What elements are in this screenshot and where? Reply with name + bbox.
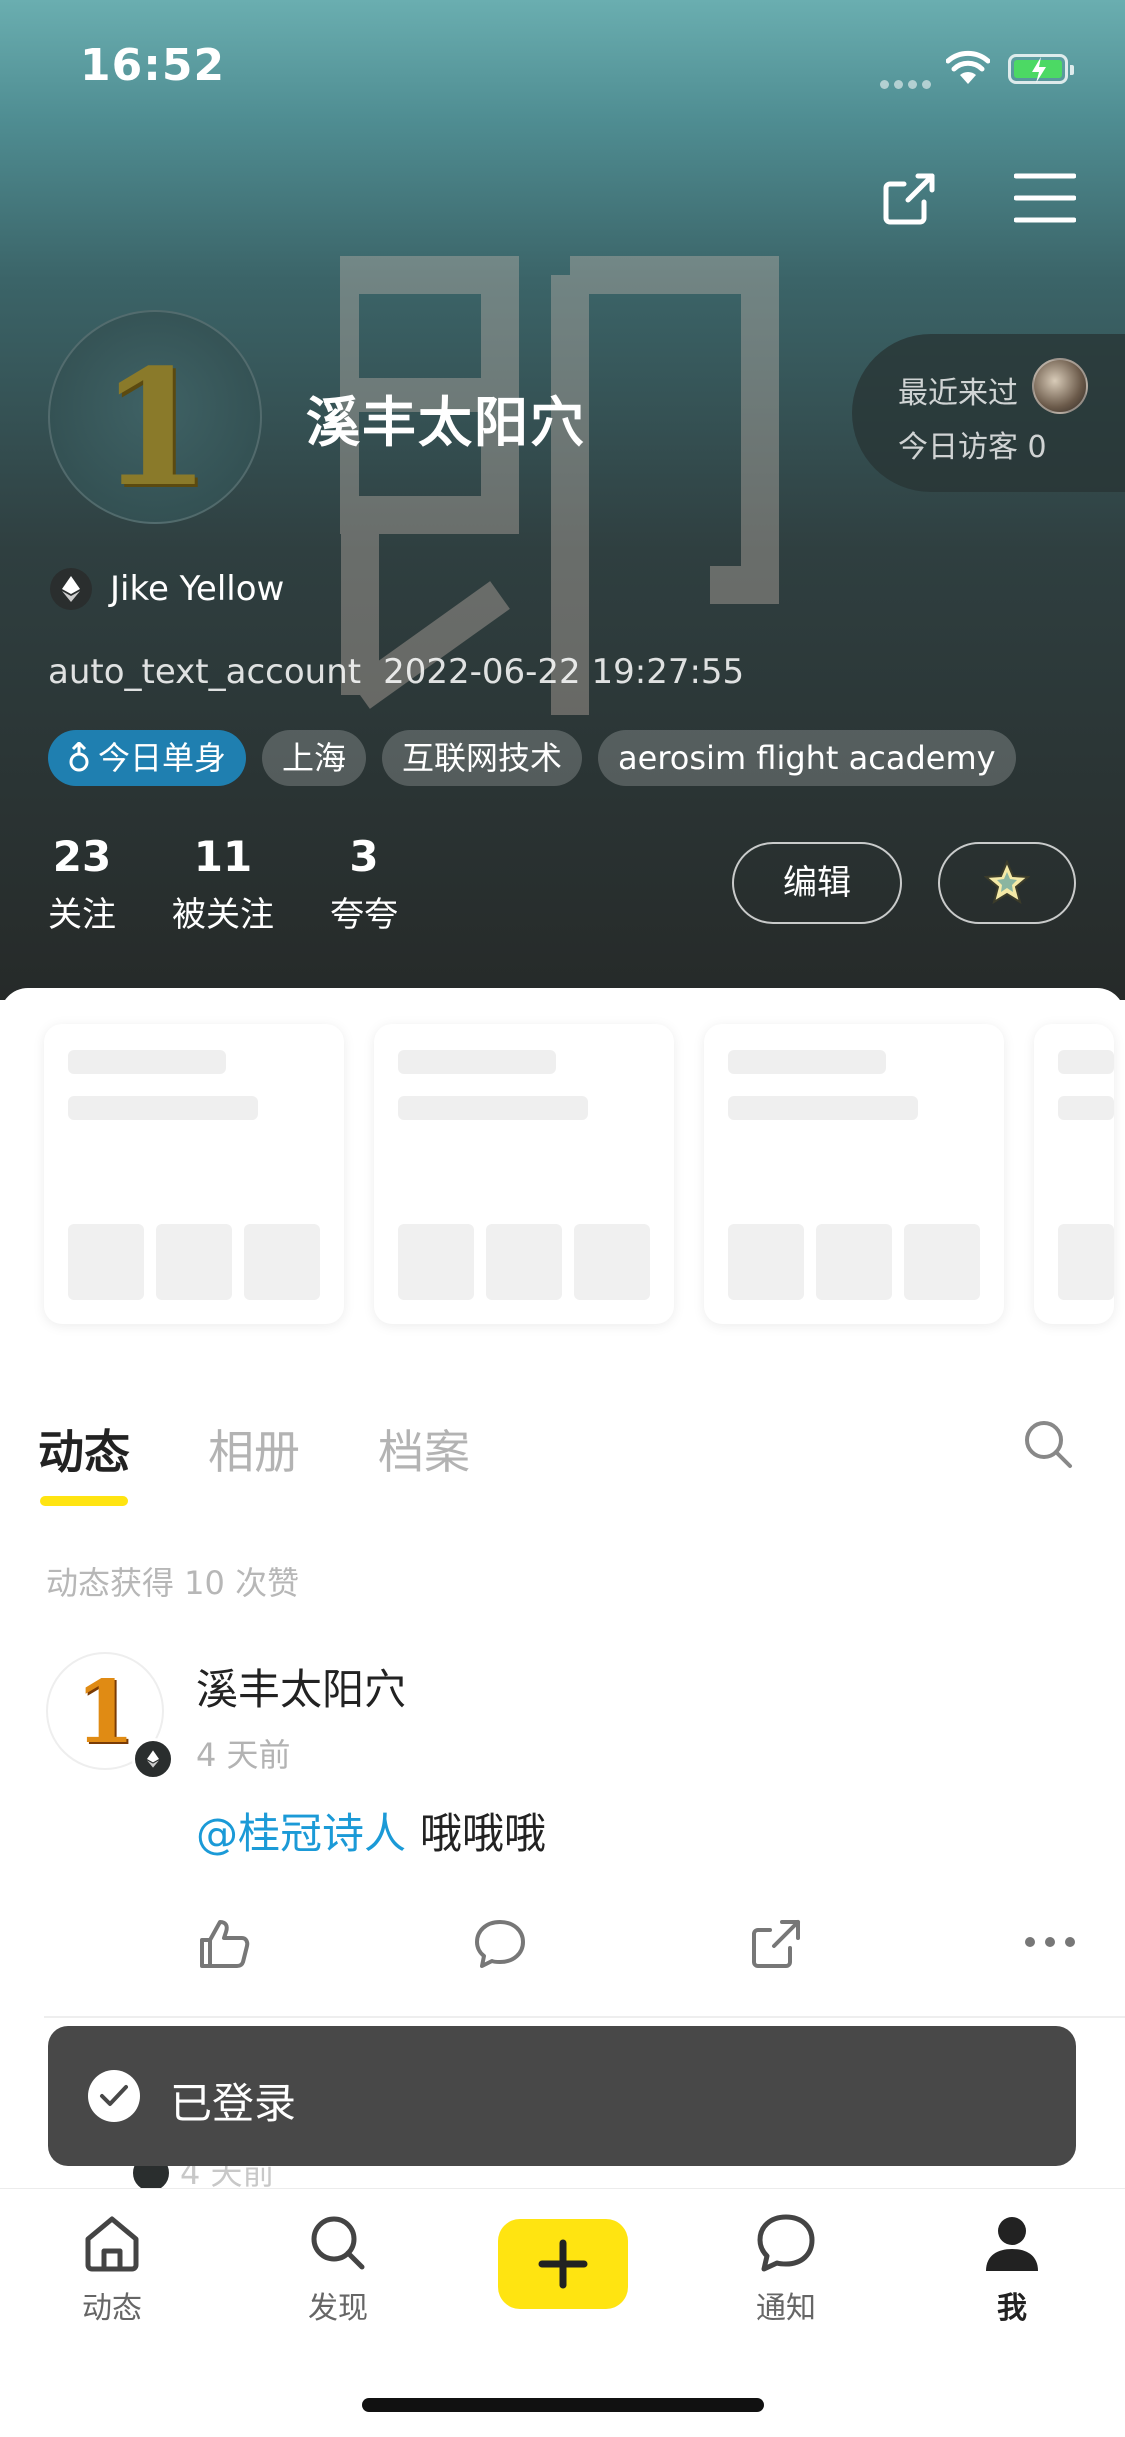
profile-meta: auto_text_account 2022-06-22 19:27:55 (48, 652, 766, 692)
join-date: 2022-06-22 19:27:55 (383, 652, 745, 692)
star-sticker-icon (984, 860, 1030, 905)
jike-yellow-badge[interactable]: Jike Yellow (50, 568, 284, 610)
status-bar: 16:52 (0, 0, 1125, 140)
share-post-icon[interactable] (748, 1916, 804, 1972)
stat-value: 23 (52, 832, 112, 881)
gender-male-icon (69, 740, 89, 772)
home-indicator (362, 2398, 764, 2412)
stat-label: 关注 (48, 895, 116, 935)
placeholder-card[interactable] (704, 1024, 1004, 1324)
placeholder-card[interactable] (44, 1024, 344, 1324)
placeholder-card[interactable] (374, 1024, 674, 1324)
post-timestamp: 4 天前 (196, 1736, 291, 1774)
stat-label: 夸夸 (330, 895, 398, 935)
stat-value: 11 (193, 832, 253, 881)
more-options-icon[interactable] (1022, 1930, 1078, 1954)
tabbar-item-notifications[interactable]: 通知 (726, 2213, 846, 2327)
profile-header: 16:52 1 溪丰太阳穴 最近来过 今日访客 0 Jike Yellow au… (0, 0, 1125, 1000)
post-author-avatar[interactable]: 1 (46, 1652, 174, 1780)
praise-button[interactable] (938, 842, 1076, 924)
chat-bubble-icon (757, 2214, 815, 2272)
tabbar-item-me[interactable]: 我 (952, 2213, 1072, 2327)
toast-notification: 已登录 (48, 2026, 1076, 2166)
tag-school[interactable]: aerosim flight academy (598, 730, 1016, 786)
plus-icon (538, 2239, 588, 2289)
visitor-avatar (1032, 358, 1088, 414)
tab-album[interactable]: 相册 (208, 1416, 300, 1482)
post-content: @桂冠诗人 哦哦哦 (196, 1800, 546, 1861)
tabbar-label: 动态 (82, 2291, 142, 2326)
profile-stats: 23 关注 11 被关注 3 夸夸 (48, 832, 454, 936)
checkmark-icon (88, 2070, 140, 2122)
recent-visitor-label: 最近来过 (898, 376, 1018, 411)
placeholder-card[interactable] (1034, 1024, 1114, 1324)
toast-message: 已登录 (170, 2079, 297, 2128)
wifi-icon (946, 50, 990, 84)
stat-following[interactable]: 23 关注 (48, 832, 116, 936)
share-icon[interactable] (878, 168, 940, 230)
tab-profile-archive[interactable]: 档案 (378, 1416, 470, 1482)
tag-city[interactable]: 上海 (262, 730, 367, 786)
profile-tags: 今日单身 上海 互联网技术 aerosim flight academy (48, 730, 1032, 786)
search-icon[interactable] (1022, 1418, 1074, 1470)
profile-tabs: 动态 相册 档案 (38, 1416, 548, 1506)
account-name: auto_text_account (48, 652, 362, 692)
today-visitors-label: 今日访客 0 (898, 430, 1047, 465)
post-actions (0, 1916, 1125, 1976)
stat-followers[interactable]: 11 被关注 (172, 832, 274, 936)
tabbar-item-feed[interactable]: 动态 (52, 2213, 172, 2327)
stat-value: 3 (349, 832, 379, 881)
status-time: 16:52 (80, 40, 226, 91)
likes-summary: 动态获得 10 次赞 (46, 1564, 300, 1602)
profile-avatar[interactable]: 1 (48, 310, 262, 524)
tabbar-item-discover[interactable]: 发现 (278, 2213, 398, 2327)
home-icon (85, 2216, 139, 2272)
edit-profile-button[interactable]: 编辑 (732, 842, 902, 924)
cellular-signal-icon (880, 74, 936, 93)
stat-label: 被关注 (172, 895, 274, 935)
post-body-text: 哦哦哦 (420, 1809, 547, 1858)
person-icon (986, 2217, 1038, 2271)
tabbar-label: 通知 (756, 2291, 816, 2326)
visitor-panel[interactable]: 最近来过 今日访客 0 (852, 334, 1125, 492)
comment-icon[interactable] (472, 1916, 528, 1972)
ethereum-diamond-icon (132, 1738, 174, 1780)
tabbar-label: 我 (997, 2291, 1027, 2326)
tag-industry[interactable]: 互联网技术 (382, 730, 583, 786)
stat-praise[interactable]: 3 夸夸 (330, 832, 398, 936)
mention-link[interactable]: @桂冠诗人 (196, 1809, 406, 1858)
tag-label: 今日单身 (98, 739, 227, 777)
badge-label: Jike Yellow (110, 569, 285, 609)
like-icon[interactable] (196, 1916, 252, 1972)
create-post-button[interactable] (498, 2219, 628, 2309)
search-icon (311, 2216, 365, 2270)
tag-relationship[interactable]: 今日单身 (48, 730, 247, 786)
tab-posts[interactable]: 动态 (38, 1416, 130, 1506)
post-author-name[interactable]: 溪丰太阳穴 (196, 1656, 406, 1717)
profile-username: 溪丰太阳穴 (306, 391, 586, 454)
battery-icon (1008, 54, 1074, 84)
tabbar-label: 发现 (308, 2291, 368, 2326)
card-carousel[interactable] (44, 1024, 1125, 1324)
watermark-glyph-icon (340, 256, 779, 715)
menu-icon[interactable] (1014, 170, 1076, 226)
ethereum-diamond-icon (50, 568, 92, 610)
post-divider (44, 2016, 1125, 2018)
